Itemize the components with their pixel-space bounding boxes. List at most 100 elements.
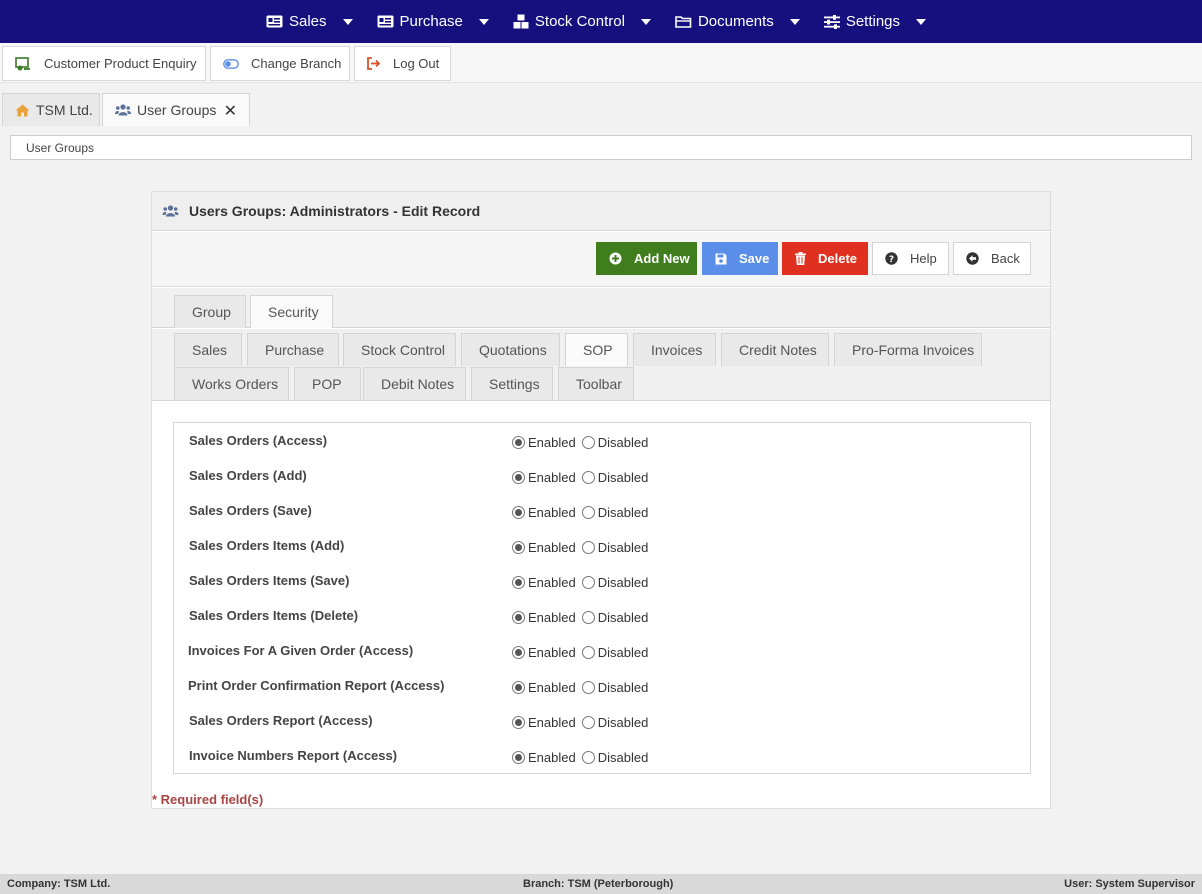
enabled-radio[interactable] xyxy=(512,471,525,484)
nav-settings-label: Settings xyxy=(845,13,901,30)
tab-credit-notes[interactable]: Credit Notes xyxy=(721,333,829,366)
enabled-label: Enabled xyxy=(528,505,576,520)
enabled-label: Enabled xyxy=(528,715,576,730)
tab-user-groups-label: User Groups xyxy=(137,102,217,118)
enabled-label: Enabled xyxy=(528,540,576,555)
tab-sales[interactable]: Sales xyxy=(174,333,242,366)
permission-options: Enabled Disabled xyxy=(512,505,648,520)
disabled-radio[interactable] xyxy=(581,506,595,519)
tab-toolbar[interactable]: Toolbar xyxy=(558,367,634,400)
enabled-radio[interactable] xyxy=(512,716,525,729)
tab-invoices[interactable]: Invoices xyxy=(633,333,716,366)
tab-debit-notes[interactable]: Debit Notes xyxy=(363,367,466,400)
nav-stock-control[interactable]: Stock Control xyxy=(513,0,661,43)
panel-actions: Add New Save Delete ? Help Back xyxy=(152,232,1050,287)
delete-button[interactable]: Delete xyxy=(782,242,868,275)
disabled-radio[interactable] xyxy=(581,436,595,449)
users-icon xyxy=(162,205,179,217)
tab-group[interactable]: Group xyxy=(174,295,246,328)
permission-options: Enabled Disabled xyxy=(512,575,648,590)
tab-sop[interactable]: SOP xyxy=(565,333,628,366)
security-sub-tabs: Sales Purchase Stock Control Quotations … xyxy=(152,329,1050,401)
enabled-radio[interactable] xyxy=(512,506,525,519)
permission-options: Enabled Disabled xyxy=(512,750,648,765)
disabled-label: Disabled xyxy=(597,610,649,625)
panel-header: Users Groups: Administrators - Edit Reco… xyxy=(152,192,1050,231)
enabled-label: Enabled xyxy=(528,680,576,695)
permission-row: Invoices For A Given Order (Access) Enab… xyxy=(174,643,1030,678)
enabled-radio[interactable] xyxy=(512,576,525,589)
nav-documents[interactable]: Documents xyxy=(675,0,810,43)
tab-works-orders[interactable]: Works Orders xyxy=(174,367,289,400)
chevron-down-icon[interactable] xyxy=(916,18,927,25)
enabled-label: Enabled xyxy=(528,575,576,590)
enabled-radio[interactable] xyxy=(512,436,525,449)
permission-row: Sales Orders Report (Access) Enabled Dis… xyxy=(174,713,1030,748)
close-icon[interactable]: ✕ xyxy=(224,101,237,121)
nav-sales[interactable]: Sales xyxy=(266,0,363,43)
disabled-label: Disabled xyxy=(597,750,649,765)
tab-tsm-ltd[interactable]: TSM Ltd. xyxy=(2,93,100,126)
permission-row: Sales Orders Items (Add) Enabled Disable… xyxy=(174,538,1030,573)
permission-label: Sales Orders (Add) xyxy=(189,468,307,483)
toggle-icon xyxy=(223,58,239,69)
disabled-radio[interactable] xyxy=(581,681,595,694)
panel-title: Users Groups: Administrators - Edit Reco… xyxy=(189,203,481,219)
permission-label: Invoice Numbers Report (Access) xyxy=(189,748,398,763)
tab-security[interactable]: Security xyxy=(250,295,333,328)
tab-purchase[interactable]: Purchase xyxy=(247,333,339,366)
disabled-label: Disabled xyxy=(597,680,649,695)
chevron-down-icon[interactable] xyxy=(342,18,353,25)
log-out-button[interactable]: Log Out xyxy=(354,46,451,81)
permission-row: Sales Orders (Save) Enabled Disabled xyxy=(174,503,1030,538)
permission-row: Sales Orders Items (Delete) Enabled Disa… xyxy=(174,608,1030,643)
permission-options: Enabled Disabled xyxy=(512,715,648,730)
permission-row: Sales Orders (Add) Enabled Disabled xyxy=(174,468,1030,503)
cubes-icon xyxy=(513,14,529,29)
enabled-label: Enabled xyxy=(528,750,576,765)
enabled-radio[interactable] xyxy=(512,541,525,554)
delete-label: Delete xyxy=(818,251,858,266)
disabled-radio[interactable] xyxy=(581,541,595,554)
save-button[interactable]: Save xyxy=(702,242,778,275)
disabled-radio[interactable] xyxy=(581,576,595,589)
enabled-radio[interactable] xyxy=(512,646,525,659)
tab-pro-forma-invoices[interactable]: Pro-Forma Invoices xyxy=(834,333,982,366)
page-tabs: TSM Ltd. User Groups ✕ xyxy=(0,83,1202,126)
required-fields-note: * Required field(s) xyxy=(152,792,264,807)
home-icon xyxy=(15,104,30,117)
disabled-radio[interactable] xyxy=(581,471,595,484)
customer-product-enquiry-button[interactable]: Customer Product Enquiry xyxy=(2,46,206,81)
nav-purchase[interactable]: Purchase xyxy=(377,0,499,43)
help-button[interactable]: ? Help xyxy=(872,242,949,275)
disabled-radio[interactable] xyxy=(581,716,595,729)
disabled-label: Disabled xyxy=(597,435,649,450)
status-bar: Company: TSM Ltd. Branch: TSM (Peterboro… xyxy=(0,874,1202,894)
add-new-button[interactable]: Add New xyxy=(596,242,697,275)
enabled-radio[interactable] xyxy=(512,681,525,694)
enabled-radio[interactable] xyxy=(512,751,525,764)
disabled-radio[interactable] xyxy=(581,646,595,659)
edit-record-panel: Users Groups: Administrators - Edit Reco… xyxy=(151,191,1051,809)
tab-user-groups[interactable]: User Groups ✕ xyxy=(102,93,250,126)
chevron-down-icon[interactable] xyxy=(789,18,800,25)
tab-settings[interactable]: Settings xyxy=(471,367,553,400)
tab-stock-control[interactable]: Stock Control xyxy=(343,333,456,366)
disabled-label: Disabled xyxy=(597,505,649,520)
permission-label: Invoices For A Given Order (Access) xyxy=(188,643,414,658)
tab-quotations[interactable]: Quotations xyxy=(461,333,560,366)
disabled-radio[interactable] xyxy=(581,611,595,624)
change-branch-button[interactable]: Change Branch xyxy=(210,46,350,81)
nav-settings[interactable]: Settings xyxy=(823,0,936,43)
tab-pop[interactable]: POP xyxy=(294,367,361,400)
chevron-down-icon[interactable] xyxy=(640,18,651,25)
customer-product-enquiry-label: Customer Product Enquiry xyxy=(44,56,197,71)
status-user: User: System Supervisor xyxy=(1064,878,1195,890)
disabled-radio[interactable] xyxy=(581,751,595,764)
disabled-label: Disabled xyxy=(597,715,649,730)
enabled-radio[interactable] xyxy=(512,611,525,624)
chevron-down-icon[interactable] xyxy=(478,18,489,25)
toolbar: Customer Product Enquiry Change Branch L… xyxy=(0,43,1202,83)
back-button[interactable]: Back xyxy=(953,242,1031,275)
status-company: Company: TSM Ltd. xyxy=(7,878,111,890)
